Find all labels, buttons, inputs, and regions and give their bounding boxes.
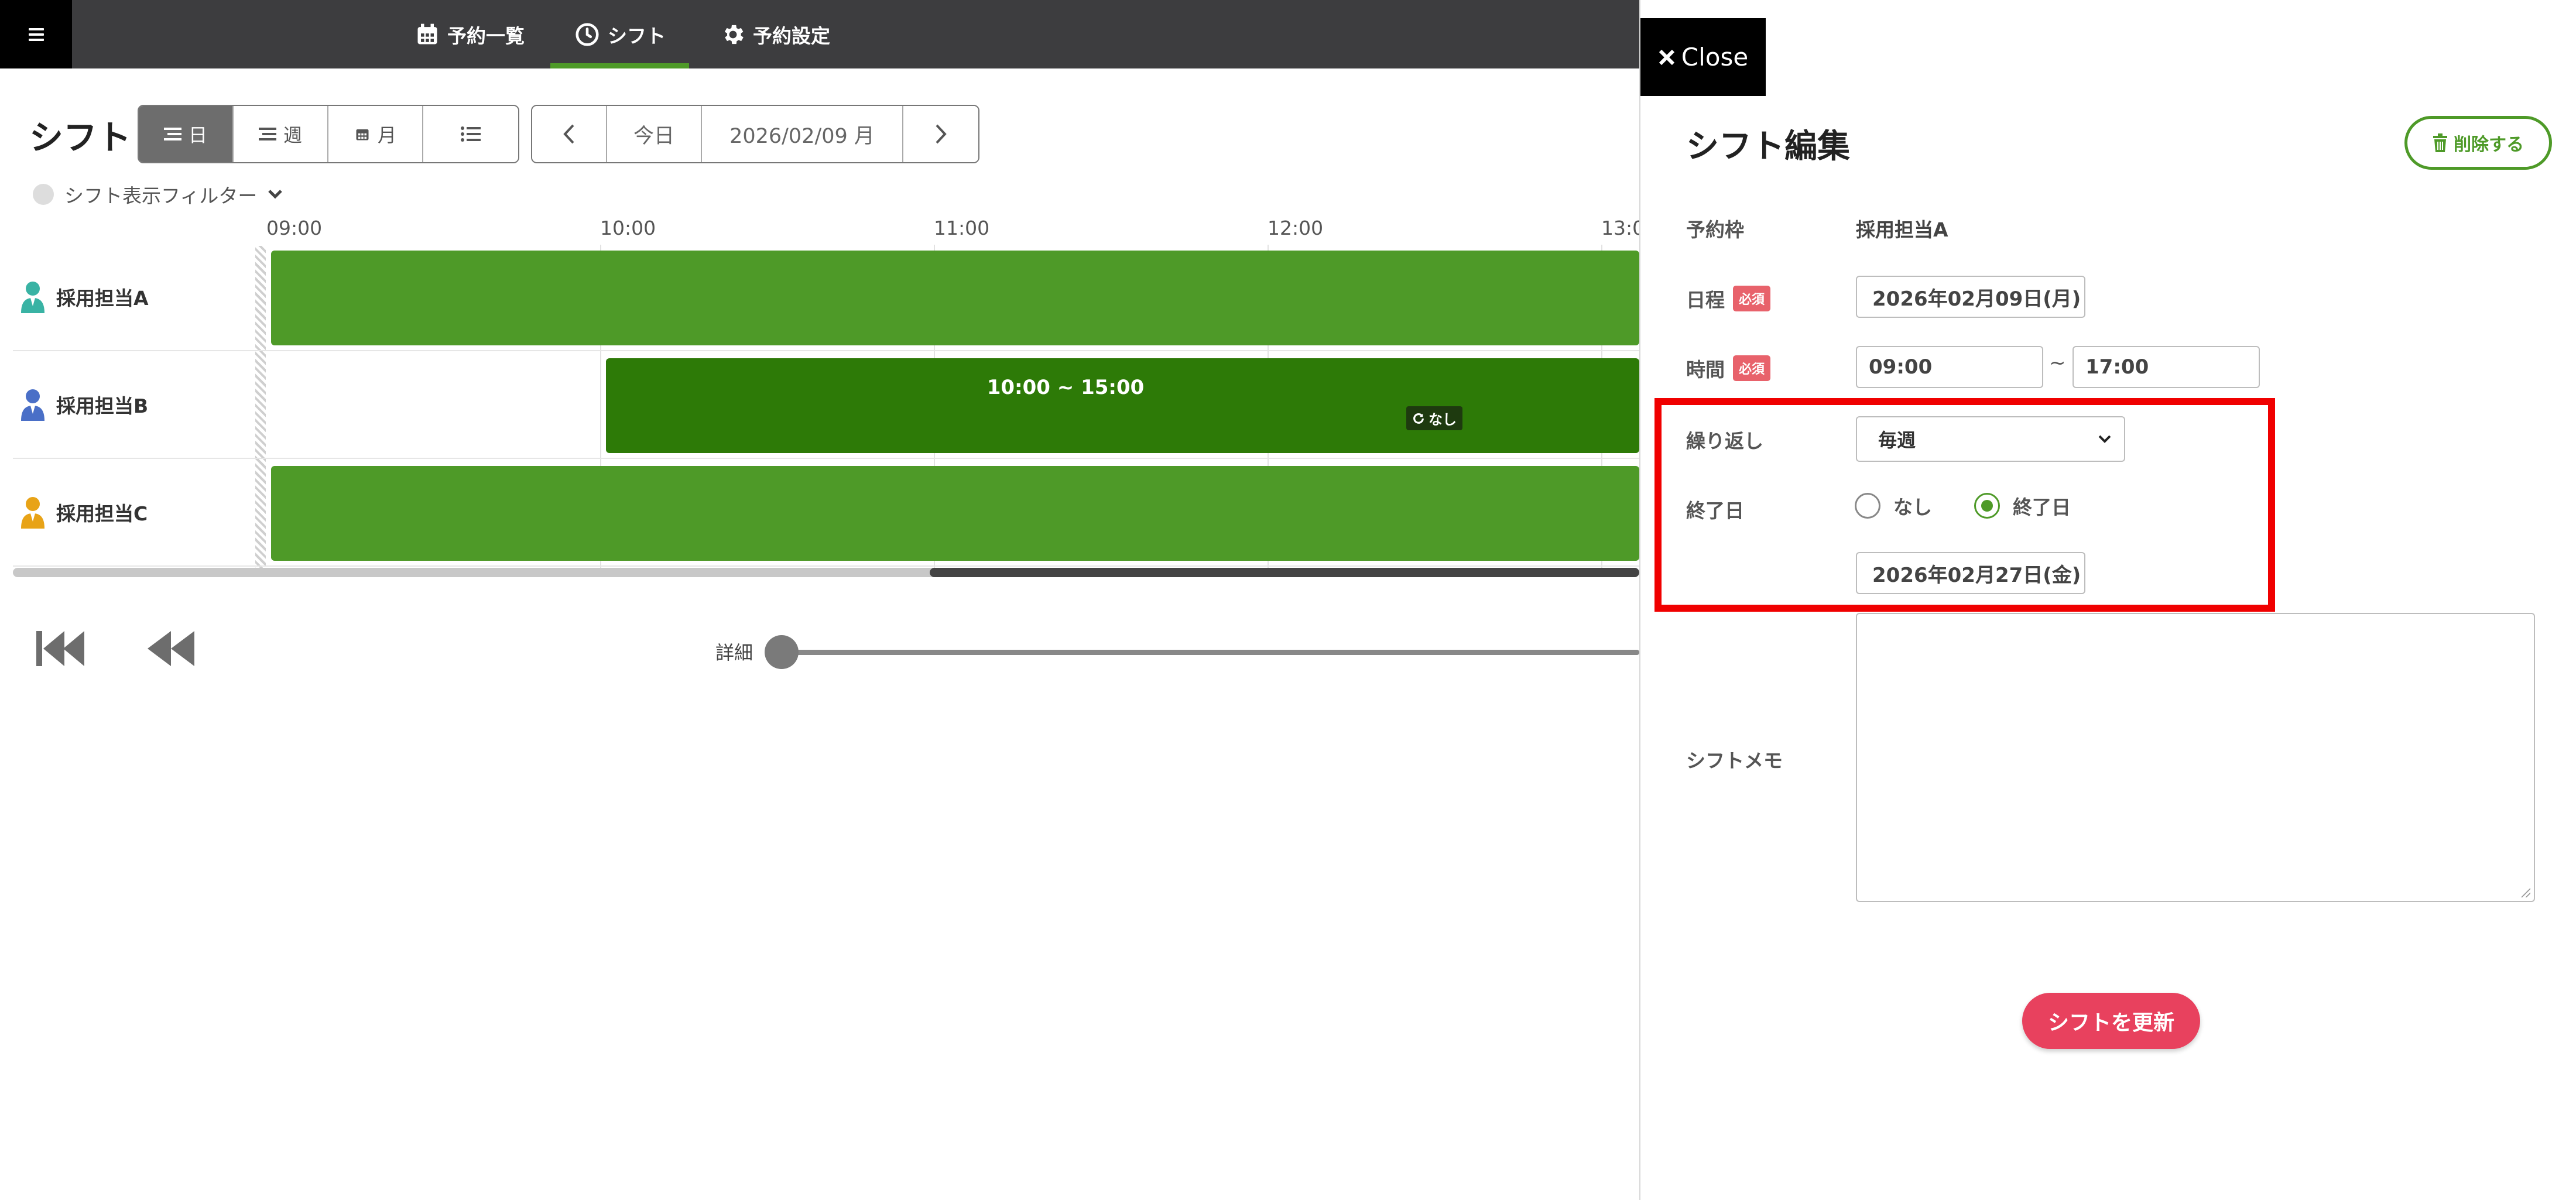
filter-status-dot: [33, 184, 54, 205]
current-date-button[interactable]: 2026/02/09 月: [702, 106, 903, 162]
prev-date-button[interactable]: [532, 106, 607, 162]
calendar-icon: [417, 23, 437, 44]
shift-timeline: 09:00 10:00 11:00 12:00 13:0 採用担当A 採用担当B…: [0, 211, 1645, 580]
gear-icon: [724, 25, 744, 44]
chevron-down-icon: [268, 190, 283, 199]
hour-label: 11:00: [934, 217, 990, 239]
delete-label: 削除する: [2454, 135, 2524, 155]
zoom-detail-label: 詳細: [715, 642, 753, 664]
view-week-button[interactable]: 週: [234, 106, 328, 162]
slot-label: 予約枠: [1686, 218, 1744, 241]
person-icon: [21, 282, 44, 313]
person-icon: [21, 497, 44, 529]
close-label: Close: [1681, 43, 1749, 71]
top-nav-bar: 予約一覧 シフト 予約設定: [0, 0, 1639, 68]
slot-value: 採用担当A: [1856, 218, 1948, 241]
date-input[interactable]: 2026年02月09日(月): [1856, 276, 2085, 318]
today-button[interactable]: 今日: [607, 106, 702, 162]
scrollbar-thumb[interactable]: [930, 568, 1639, 577]
date-label-row: 日程 必須: [1686, 284, 1771, 313]
rewind-icon: [148, 631, 194, 666]
required-badge: 必須: [1733, 286, 1771, 311]
hour-label: 10:00: [600, 217, 656, 239]
page-title: シフト: [29, 118, 132, 157]
tab-shift[interactable]: シフト: [550, 0, 689, 68]
date-navigator: 今日 2026/02/09 月: [531, 105, 979, 163]
time-label: 時間: [1686, 358, 1725, 381]
chevron-left-icon: [563, 124, 574, 144]
shift-bar-b[interactable]: 10:00 ~ 15:00 なし: [606, 358, 1639, 453]
tab-label: 予約設定: [753, 24, 830, 47]
shift-filter-toggle[interactable]: シフト表示フィルター: [33, 180, 283, 208]
trash-icon: [2433, 133, 2447, 152]
repeat-icon: [1413, 413, 1424, 424]
time-label-row: 時間 必須: [1686, 354, 1771, 382]
shift-bar-c[interactable]: [271, 466, 1639, 561]
row-name: 採用担当A: [56, 287, 149, 310]
time-start-input[interactable]: 09:00: [1856, 346, 2043, 388]
close-icon: [1659, 49, 1674, 65]
hour-label: 09:00: [266, 217, 323, 239]
repeat-badge: なし: [1406, 406, 1462, 430]
row-label: 採用担当B: [20, 351, 148, 458]
view-switcher: 日 週 月: [138, 105, 519, 163]
menu-button[interactable]: [0, 0, 72, 68]
view-day-button[interactable]: 日: [139, 106, 234, 162]
date-label: 日程: [1686, 289, 1725, 311]
clock-icon: [576, 22, 599, 46]
calendar-icon: [356, 129, 369, 140]
zoom-slider-handle[interactable]: [765, 635, 799, 669]
tab-reservation-list[interactable]: 予約一覧: [415, 0, 525, 68]
skip-start-icon: [36, 631, 84, 666]
list-icon: [163, 128, 181, 140]
view-label: 週: [283, 124, 302, 146]
person-icon: [21, 389, 44, 421]
zoom-slider[interactable]: [779, 650, 1639, 655]
tab-reservation-settings[interactable]: 予約設定: [720, 0, 830, 68]
repeat-badge-label: なし: [1429, 412, 1457, 428]
row-label: 採用担当C: [20, 459, 148, 565]
next-date-button[interactable]: [903, 106, 978, 162]
required-badge: 必須: [1733, 355, 1771, 381]
tab-label: 予約一覧: [447, 24, 525, 47]
update-shift-button[interactable]: シフトを更新: [2022, 993, 2200, 1049]
memo-label: シフトメモ: [1686, 749, 1783, 772]
row-name: 採用担当B: [56, 395, 149, 417]
view-label: 日: [188, 124, 207, 146]
rewind-button[interactable]: [146, 628, 197, 670]
row-name: 採用担当C: [56, 502, 148, 525]
resize-grip-icon[interactable]: [2520, 887, 2530, 897]
view-label: 月: [377, 124, 396, 146]
filter-label: シフト表示フィルター: [64, 184, 258, 207]
bullet-list-icon: [461, 126, 481, 142]
skip-to-start-button[interactable]: [35, 628, 88, 670]
list-icon: [258, 128, 276, 140]
delete-button[interactable]: 削除する: [2404, 116, 2552, 170]
highlight-box: [1654, 398, 2275, 612]
close-button[interactable]: Close: [1640, 18, 1766, 96]
time-separator: ~: [2049, 351, 2066, 375]
shift-time: 10:00 ~ 15:00: [986, 376, 1145, 399]
view-month-button[interactable]: 月: [328, 106, 423, 162]
hamburger-icon: [28, 28, 44, 41]
hour-label: 13:0: [1601, 217, 1645, 239]
view-list-button[interactable]: [423, 106, 518, 162]
panel-title: シフト編集: [1686, 128, 1850, 166]
row-label: 採用担当A: [20, 244, 149, 350]
hour-label: 12:00: [1268, 217, 1324, 239]
time-end-input[interactable]: 17:00: [2073, 346, 2260, 388]
shift-bar-a[interactable]: [271, 251, 1639, 345]
memo-textarea[interactable]: [1856, 613, 2535, 902]
tab-label: シフト: [608, 24, 666, 47]
chevron-right-icon: [936, 124, 947, 144]
